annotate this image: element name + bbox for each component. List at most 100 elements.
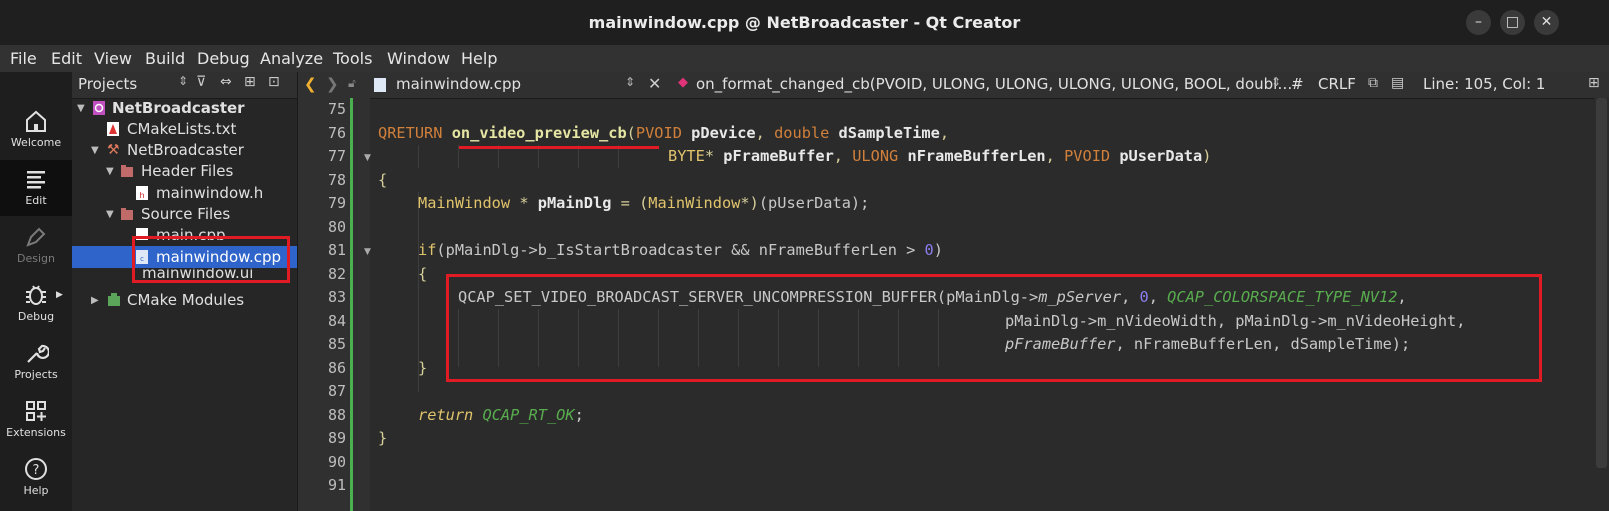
function-icon: ◆ — [678, 75, 688, 90]
symbol-selector[interactable]: on_format_changed_cb(PVOID, ULONG, ULONG… — [696, 75, 1292, 93]
hammer-icon: ⚒ — [107, 142, 120, 158]
chevron-right-icon: ▶ — [56, 290, 63, 300]
chevron-down-icon: ▼ — [91, 145, 99, 156]
projects-header: Projects ⇕ ⊽ ⇔ ⊞ ⊡ — [72, 72, 297, 99]
menu-view[interactable]: View — [94, 49, 132, 68]
document-icon[interactable]: ▤ — [1391, 75, 1404, 91]
fold-marker-icon[interactable]: ▼ — [364, 247, 371, 257]
code-line-78[interactable]: { — [378, 169, 387, 193]
highlight-underline-function — [459, 146, 659, 149]
vertical-scrollbar[interactable] — [1594, 98, 1609, 511]
close-button[interactable]: ✕ — [1534, 10, 1559, 35]
editor-toolbar: ❮ ❯ 🔓︎ mainwindow.cpp ⇕ ✕ ◆ on_format_ch… — [298, 72, 1609, 99]
indent-guide — [418, 145, 419, 168]
code-line-79[interactable]: MainWindow * pMainDlg = (MainWindow*)(pU… — [418, 192, 869, 216]
tree-item-label: Header Files — [141, 162, 234, 180]
mode-design[interactable]: Design — [0, 218, 72, 274]
line-number: 78 — [327, 170, 346, 189]
maximize-button[interactable]: □ — [1500, 10, 1525, 35]
chevron-down-icon: ▼ — [106, 166, 114, 177]
folder-icon — [121, 165, 133, 177]
menu-edit[interactable]: Edit — [51, 49, 82, 68]
tree-item-label: NetBroadcaster — [112, 99, 245, 117]
tree-item-cmakelists[interactable]: CMakeLists.txt — [72, 118, 297, 140]
cursor-position[interactable]: Line: 105, Col: 1 — [1423, 75, 1545, 93]
split-icon[interactable]: ⊞ — [244, 74, 256, 90]
hash-button[interactable]: # — [1291, 75, 1304, 93]
code-line-82[interactable]: { — [418, 263, 427, 287]
cmake-file-icon — [107, 122, 119, 136]
window-title: mainwindow.cpp @ NetBroadcaster - Qt Cre… — [588, 13, 1021, 32]
tree-item-label: NetBroadcaster — [127, 141, 244, 159]
close-panel-icon[interactable]: ⊡ — [268, 74, 280, 90]
line-number: 82 — [327, 264, 346, 283]
menu-help[interactable]: Help — [461, 49, 497, 68]
link-icon[interactable]: ⇔ — [220, 74, 232, 90]
tree-item-project[interactable]: ▼ NetBroadcaster — [72, 97, 297, 119]
forward-arrow-icon[interactable]: ❯ — [326, 75, 339, 93]
back-arrow-icon[interactable]: ❮ — [304, 75, 317, 93]
line-number: 89 — [327, 429, 346, 447]
tree-item-label: Source Files — [141, 205, 231, 223]
pen-icon — [26, 227, 46, 247]
line-number: 80 — [327, 217, 346, 236]
updown-icon[interactable]: ⇕ — [1271, 75, 1281, 89]
tree-item-source-files[interactable]: ▼ Source Files — [72, 203, 297, 225]
title-bar: mainwindow.cpp @ NetBroadcaster - Qt Cre… — [0, 0, 1609, 45]
line-number: 79 — [327, 194, 346, 212]
highlight-box-file — [132, 236, 290, 283]
header-file-icon: h — [136, 186, 148, 200]
mode-debug[interactable]: Debug ▶ — [0, 276, 72, 332]
menu-file[interactable]: File — [10, 49, 37, 68]
question-icon: ? — [25, 458, 47, 480]
line-ending-selector[interactable]: CRLF — [1318, 75, 1356, 93]
line-number: 81 — [327, 241, 346, 259]
open-file-selector[interactable]: mainwindow.cpp — [396, 75, 521, 93]
menu-window[interactable]: Window — [387, 49, 450, 68]
mode-bar: Welcome Edit Design Debug ▶ Projects Ext… — [0, 72, 72, 511]
chevron-down-icon: ▼ — [106, 209, 114, 220]
fold-marker-icon[interactable]: ▼ — [364, 153, 371, 163]
line-number: 88 — [327, 405, 346, 424]
updown-icon[interactable]: ⇕ — [625, 75, 635, 89]
code-line-77[interactable]: BYTE* pFrameBuffer, ULONG nFrameBufferLe… — [668, 145, 1211, 169]
tree-item-target[interactable]: ▼ ⚒ NetBroadcaster — [72, 139, 297, 161]
split-editor-icon[interactable]: ⊞ — [1588, 75, 1600, 91]
lock-icon: 🔓︎ — [348, 76, 356, 90]
updown-icon[interactable]: ⇕ — [178, 74, 188, 88]
mode-edit[interactable]: Edit — [0, 160, 72, 216]
line-number: 90 — [327, 452, 346, 471]
close-file-icon[interactable]: ✕ — [648, 74, 661, 93]
menu-debug[interactable]: Debug — [197, 49, 250, 68]
tree-item-header-files[interactable]: ▼ Header Files — [72, 160, 297, 182]
grid-plus-icon — [26, 401, 46, 421]
mode-welcome[interactable]: Welcome — [0, 102, 72, 158]
menu-tools[interactable]: Tools — [333, 49, 372, 68]
line-number: 76 — [327, 123, 346, 142]
minimize-button[interactable]: – — [1466, 10, 1491, 35]
cmake-modules-icon — [108, 293, 120, 306]
code-line-89[interactable]: } — [378, 427, 387, 451]
scrollbar-thumb[interactable] — [1596, 98, 1607, 468]
projects-view-selector[interactable]: Projects — [78, 75, 137, 93]
wrench-icon — [27, 344, 49, 363]
split-icon[interactable]: ⧉ — [1368, 75, 1378, 91]
menu-analyze[interactable]: Analyze — [260, 49, 323, 68]
svg-text:h: h — [139, 191, 144, 200]
code-line-76[interactable]: QRETURN on_video_preview_cb(PVOID pDevic… — [378, 122, 949, 146]
code-line-81[interactable]: if(pMainDlg->b_IsStartBroadcaster && nFr… — [418, 239, 943, 263]
bug-icon — [26, 285, 46, 305]
tree-item-cmake-modules[interactable]: ▶ CMake Modules — [72, 289, 297, 311]
mode-extensions[interactable]: Extensions — [0, 392, 72, 448]
tree-item-mainwindow-h[interactable]: h mainwindow.h — [72, 182, 297, 204]
code-line-86[interactable]: } — [418, 357, 427, 381]
code-line-88[interactable]: return QCAP_RT_OK; — [418, 404, 584, 428]
mode-help[interactable]: ? Help — [0, 450, 72, 506]
line-number: 87 — [327, 382, 346, 400]
menu-build[interactable]: Build — [145, 49, 185, 68]
mode-projects[interactable]: Projects — [0, 334, 72, 390]
filter-icon[interactable]: ⊽ — [196, 74, 206, 90]
mode-label: Welcome — [10, 136, 62, 149]
mode-label: Debug — [17, 310, 55, 323]
line-number: 83 — [327, 288, 346, 306]
